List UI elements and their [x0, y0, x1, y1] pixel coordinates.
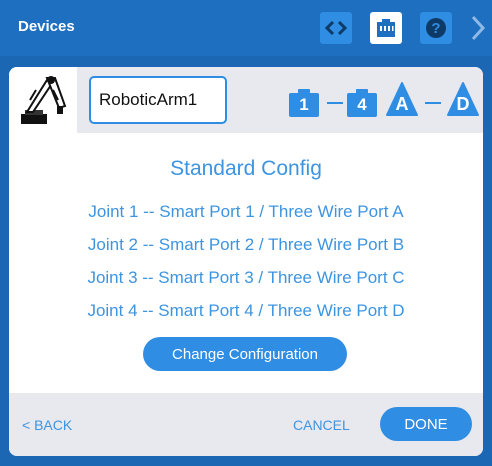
done-button[interactable]: DONE: [380, 407, 472, 441]
device-card: 1 4 A D Standard Config Joint 1 -- Smart…: [9, 67, 483, 456]
device-name-input[interactable]: [89, 76, 227, 124]
ports-button[interactable]: [370, 12, 402, 44]
cancel-button[interactable]: CANCEL: [293, 417, 350, 433]
smart-port-from-icon: 1: [289, 89, 319, 117]
footer-bar: < BACK CANCEL DONE: [9, 393, 483, 456]
help-button[interactable]: ?: [420, 12, 452, 44]
page-title: Devices: [18, 18, 75, 35]
port-range-dash: [327, 102, 343, 104]
three-wire-to-icon: D: [447, 81, 479, 117]
chevron-right-icon: [471, 15, 486, 41]
joint-line-4: Joint 4 -- Smart Port 4 / Three Wire Por…: [87, 301, 405, 320]
back-button[interactable]: < BACK: [22, 417, 72, 433]
top-bar: Devices ?: [0, 0, 492, 56]
change-configuration-button[interactable]: Change Configuration: [143, 337, 347, 371]
port-icon: [377, 19, 395, 37]
robotic-arm-icon: [21, 76, 67, 124]
svg-text:?: ?: [431, 20, 440, 37]
code-button[interactable]: [320, 12, 352, 44]
device-header: 1 4 A D: [9, 67, 483, 133]
device-thumbnail: [9, 67, 77, 133]
code-icon: [325, 20, 347, 36]
next-button[interactable]: [466, 12, 490, 44]
wire-range-dash: [425, 102, 441, 104]
help-icon: ?: [426, 18, 446, 38]
smart-port-to-icon: 4: [347, 89, 377, 117]
joint-line-3: Joint 3 -- Smart Port 3 / Three Wire Por…: [87, 268, 405, 287]
joint-line-1: Joint 1 -- Smart Port 1 / Three Wire Por…: [88, 202, 404, 221]
joint-line-2: Joint 2 -- Smart Port 2 / Three Wire Por…: [87, 235, 405, 254]
config-title: Standard Config: [170, 157, 322, 180]
three-wire-from-icon: A: [386, 81, 418, 117]
